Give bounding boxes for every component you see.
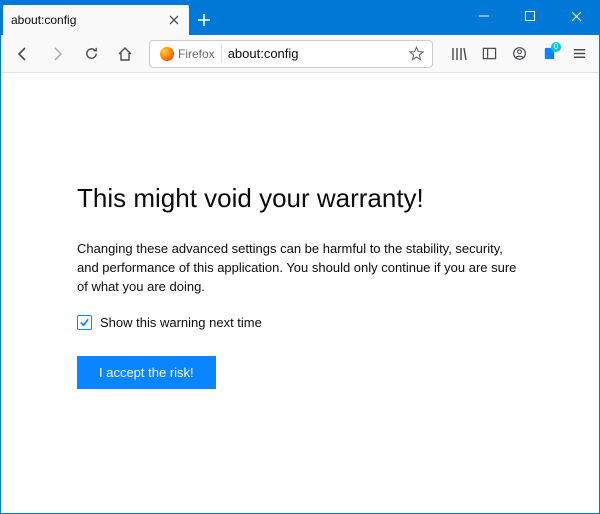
toolbar-right: 0 <box>445 39 593 69</box>
browser-tab[interactable]: about:config <box>3 5 189 35</box>
accept-risk-button[interactable]: I accept the risk! <box>77 356 216 389</box>
identity-label: Firefox <box>178 47 215 61</box>
new-tab-button[interactable] <box>189 5 219 35</box>
downloads-icon[interactable]: 0 <box>535 39 563 69</box>
account-icon[interactable] <box>505 39 533 69</box>
warning-heading: This might void your warranty! <box>77 183 523 214</box>
reload-button[interactable] <box>75 39 107 69</box>
maximize-button[interactable] <box>507 1 553 31</box>
tab-title: about:config <box>11 13 167 27</box>
window-titlebar: about:config <box>1 1 599 35</box>
bookmark-star-icon[interactable] <box>404 46 428 61</box>
show-warning-checkbox-row[interactable]: Show this warning next time <box>77 315 523 330</box>
address-bar[interactable]: Firefox about:config <box>149 40 433 68</box>
warning-description: Changing these advanced settings can be … <box>77 240 523 297</box>
back-button[interactable] <box>7 39 39 69</box>
warning-page: This might void your warranty! Changing … <box>1 73 599 389</box>
sidebar-icon[interactable] <box>475 39 503 69</box>
library-icon[interactable] <box>445 39 473 69</box>
site-identity[interactable]: Firefox <box>154 45 222 63</box>
menu-icon[interactable] <box>565 39 593 69</box>
window-controls <box>461 1 599 31</box>
checkbox-icon[interactable] <box>77 315 92 330</box>
notification-badge: 0 <box>551 42 561 52</box>
minimize-button[interactable] <box>461 1 507 31</box>
close-tab-icon[interactable] <box>167 13 181 27</box>
checkbox-label: Show this warning next time <box>100 315 262 330</box>
close-window-button[interactable] <box>553 1 599 31</box>
url-text: about:config <box>228 46 404 61</box>
home-button[interactable] <box>109 39 141 69</box>
firefox-logo-icon <box>160 47 174 61</box>
navigation-toolbar: Firefox about:config 0 <box>1 35 599 73</box>
forward-button[interactable] <box>41 39 73 69</box>
